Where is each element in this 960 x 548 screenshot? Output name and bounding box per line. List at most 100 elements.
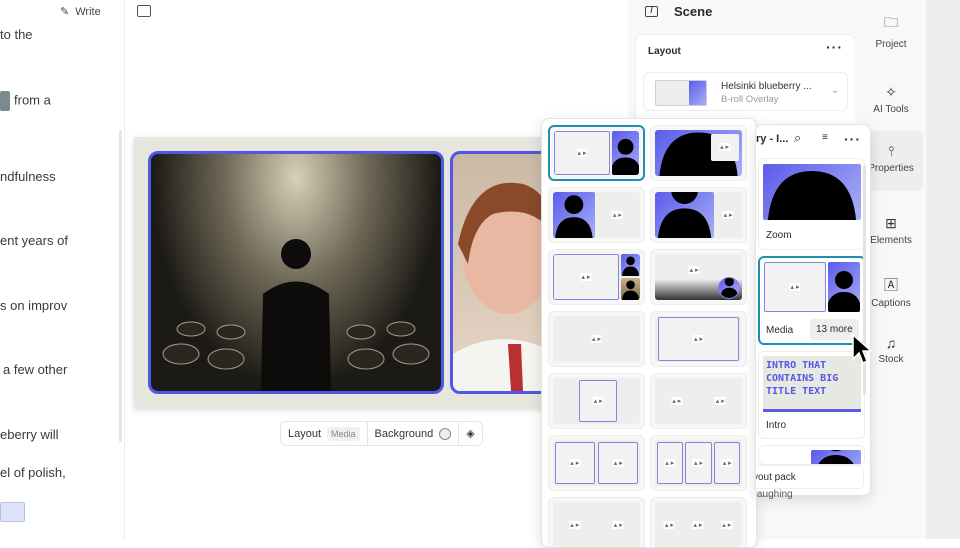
layout-option-three-media-framed[interactable]: ▴ ▸ ▴ ▸ ▴ ▸ (650, 435, 747, 491)
person-placeholder (611, 131, 639, 175)
filter-icon[interactable]: ≡ (822, 132, 828, 143)
media-placeholder: ▴ ▸ (569, 521, 581, 529)
sparkle-icon: ✧ (885, 84, 897, 100)
media-placeholder: ▴ ▸ (671, 397, 683, 405)
layout-thumbnail: ▴ ▸ (554, 131, 639, 175)
media-placeholder: ▴ ▸ (688, 266, 700, 275)
layout-thumbnail: ▴ ▸ ▴ ▸ (553, 440, 640, 486)
layout-thumbnail: ▴ ▸ (553, 192, 640, 238)
media-placeholder: ▴ ▸ (598, 442, 639, 484)
media-placeholder: ▴ ▸ (685, 442, 712, 484)
media-placeholder: ▴ ▸ (722, 211, 734, 219)
layout-option-intro[interactable]: INTRO THAT CONTAINS BIG TITLE TEXT Intro (758, 351, 865, 439)
layout-thumbnail: ▴ ▸ (553, 316, 640, 362)
transcript-line[interactable]: to the (0, 27, 33, 42)
current-layout-select[interactable]: Helsinki blueberry ... B-roll Overlay ⌄ (643, 72, 848, 111)
layout-badge: Media (327, 426, 360, 441)
layout-option-zoom[interactable]: Zoom (758, 158, 865, 250)
layout-thumbnail: ▴ ▸ ▴ ▸ (655, 378, 742, 424)
layout-option-person-pip-media[interactable]: ▴ ▸ (650, 125, 747, 181)
person-placeholder (763, 164, 861, 220)
layout-pack-button[interactable]: yout pack (756, 465, 864, 489)
transcript-line[interactable]: ndfulness (0, 169, 56, 184)
transcript-line[interactable]: el of polish, (0, 465, 66, 480)
layout-thumbnail: ▴ ▸ (655, 192, 742, 238)
rail-project[interactable]: 🗀 Project (859, 0, 923, 60)
media-placeholder: ▴ ▸ (657, 317, 740, 361)
window-edge (926, 0, 960, 539)
layout-option-two-media-plain[interactable]: ▴ ▸ ▴ ▸ (650, 373, 747, 429)
more-options-icon[interactable]: ··· (844, 131, 861, 147)
layout-option-media-full[interactable]: ▴ ▸ (548, 311, 645, 367)
search-icon[interactable]: ⌕ (794, 130, 801, 146)
scene-header: / Scene (645, 4, 712, 19)
layout-option-two-media-plain[interactable]: ▴ ▸ ▴ ▸ (548, 497, 645, 547)
folder-icon: 🗀 (884, 14, 898, 30)
media-placeholder: ▴ ▸ (663, 521, 675, 529)
transcript-line[interactable]: eberry will (0, 427, 59, 442)
layers-icon: ◈ (466, 428, 475, 440)
transcript-line[interactable]: ent years of (0, 233, 68, 248)
layout-thumbnail: ▴ ▸ (553, 378, 640, 424)
layout-option-media-small-center[interactable]: ▴ ▸ (548, 373, 645, 429)
aspect-ratio-icon[interactable] (137, 5, 151, 17)
transcript-line[interactable]: s on improv (0, 298, 67, 313)
layout-pack-popover: ry - I... ⌕ ≡ ··· Zoom ▴ ▸ Media 13 more… (755, 124, 871, 496)
layout-thumbnail: ▴ ▸ (655, 254, 742, 300)
layout-option-media-circle-person[interactable]: ▴ ▸ (650, 249, 747, 305)
media-placeholder: ▴ ▸ (611, 211, 623, 219)
scrollbar[interactable] (119, 130, 122, 442)
media-placeholder: ▴ ▸ (591, 335, 602, 343)
media-placeholder: ▴ ▸ (692, 521, 704, 529)
rail-ai-tools[interactable]: ✧ AI Tools (859, 72, 923, 132)
more-options-icon[interactable]: ··· (826, 39, 843, 55)
media-placeholder: ▴ ▸ (714, 397, 726, 405)
layout-option-media-framed[interactable]: ▴ ▸ (650, 311, 747, 367)
media-placeholder: ▴ ▸ (714, 442, 741, 484)
person-placeholder (828, 262, 860, 312)
media-placeholder: ▴ ▸ (612, 521, 624, 529)
layout-thumbnail: ▴ ▸ ▴ ▸ ▴ ▸ (655, 440, 742, 486)
layout-option-media[interactable]: ▴ ▸ Media 13 more (758, 256, 866, 345)
clip-thumbnail[interactable] (0, 91, 10, 111)
media-placeholder: ▴ ▸ (710, 133, 739, 162)
scene-preview[interactable] (134, 137, 560, 408)
background-button[interactable]: Background (368, 422, 460, 445)
person-placeholder (620, 277, 640, 300)
layout-option-partial[interactable] (758, 445, 865, 465)
transcript-line[interactable]: a few other (3, 362, 67, 377)
layout-option-person-wide-media[interactable]: ▴ ▸ (650, 187, 747, 243)
person-placeholder (717, 277, 741, 300)
media-placeholder: ▴ ▸ (721, 521, 733, 529)
layout-thumbnail: ▴ ▸ (553, 254, 640, 300)
layout-option-person-left-media[interactable]: ▴ ▸ (548, 187, 645, 243)
write-button[interactable]: ✎ Write (60, 5, 101, 19)
media-placeholder: ▴ ▸ (764, 262, 826, 312)
media-placeholder: ▴ ▸ (554, 442, 595, 484)
media-placeholder: ▴ ▸ (656, 442, 683, 484)
layout-button[interactable]: Layout Media (281, 422, 368, 445)
layout-option-media-split-person[interactable]: ▴ ▸ (548, 125, 645, 181)
person-placeholder (655, 192, 715, 238)
layers-button[interactable]: ◈ (459, 422, 481, 445)
layout-picker-popover: ▴ ▸ ▴ ▸ ▴ ▸ ▴ ▸ ▴ ▸ ▴ ▸ ▴ ▸ ▴ ▸ ▴ ▸ ▴ ▸ ▴ ▸ ▴ ▸ ▴ ▸ ▴… (541, 118, 757, 548)
media-placeholder: ▴ ▸ (579, 380, 618, 422)
transcript-line[interactable]: from a (14, 92, 51, 107)
layout-option-media-two-persons[interactable]: ▴ ▸ (548, 249, 645, 305)
color-swatch-icon (439, 427, 452, 440)
person-placeholder (553, 192, 595, 238)
layout-thumbnail: ▴ ▸ (655, 316, 742, 362)
scene-icon: / (645, 6, 658, 17)
stage-silhouette (162, 239, 430, 391)
layout-thumbnail[interactable] (0, 502, 25, 522)
layout-thumbnail: ▴ ▸ (655, 130, 742, 176)
layout-thumbnail: ▴ ▸ ▴ ▸ (553, 502, 640, 547)
scene-toolbar: Layout Media Background ◈ (280, 421, 483, 446)
layout-option-three-media-plain[interactable]: ▴ ▸ ▴ ▸ ▴ ▸ (650, 497, 747, 547)
pen-icon: ✎ (60, 6, 70, 18)
person-placeholder (620, 254, 640, 277)
transcript-panel: ✎ Write to the from a ndfulness ent years… (0, 0, 125, 539)
layout-thumbnail: ▴ ▸ ▴ ▸ ▴ ▸ (655, 502, 742, 547)
broll-clip[interactable] (148, 151, 444, 394)
layout-option-two-media-framed[interactable]: ▴ ▸ ▴ ▸ (548, 435, 645, 491)
